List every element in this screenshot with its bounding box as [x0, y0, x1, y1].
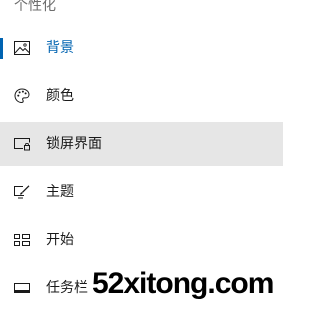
theme-brush-icon	[14, 185, 30, 199]
nav-item-background[interactable]: 背景	[0, 26, 283, 70]
nav-item-label: 背景	[46, 40, 74, 56]
nav-item-label: 任务栏	[46, 280, 88, 296]
nav-item-label: 锁屏界面	[46, 136, 102, 152]
nav-item-label: 主题	[46, 184, 74, 200]
taskbar-icon	[14, 281, 30, 295]
selection-indicator	[0, 38, 3, 59]
lock-screen-icon	[14, 137, 30, 151]
start-tiles-icon	[14, 233, 30, 247]
nav-item-start[interactable]: 开始	[0, 218, 283, 262]
picture-icon	[14, 41, 30, 55]
nav-item-label: 开始	[46, 232, 74, 248]
watermark: 52xitong.com	[92, 267, 274, 300]
palette-icon	[14, 88, 30, 104]
nav-item-themes[interactable]: 主题	[0, 170, 283, 214]
nav-item-colors[interactable]: 颜色	[0, 74, 283, 118]
section-title: 个性化	[14, 0, 56, 14]
nav-item-lock-screen[interactable]: 锁屏界面	[0, 122, 283, 166]
nav-item-label: 颜色	[46, 88, 74, 104]
